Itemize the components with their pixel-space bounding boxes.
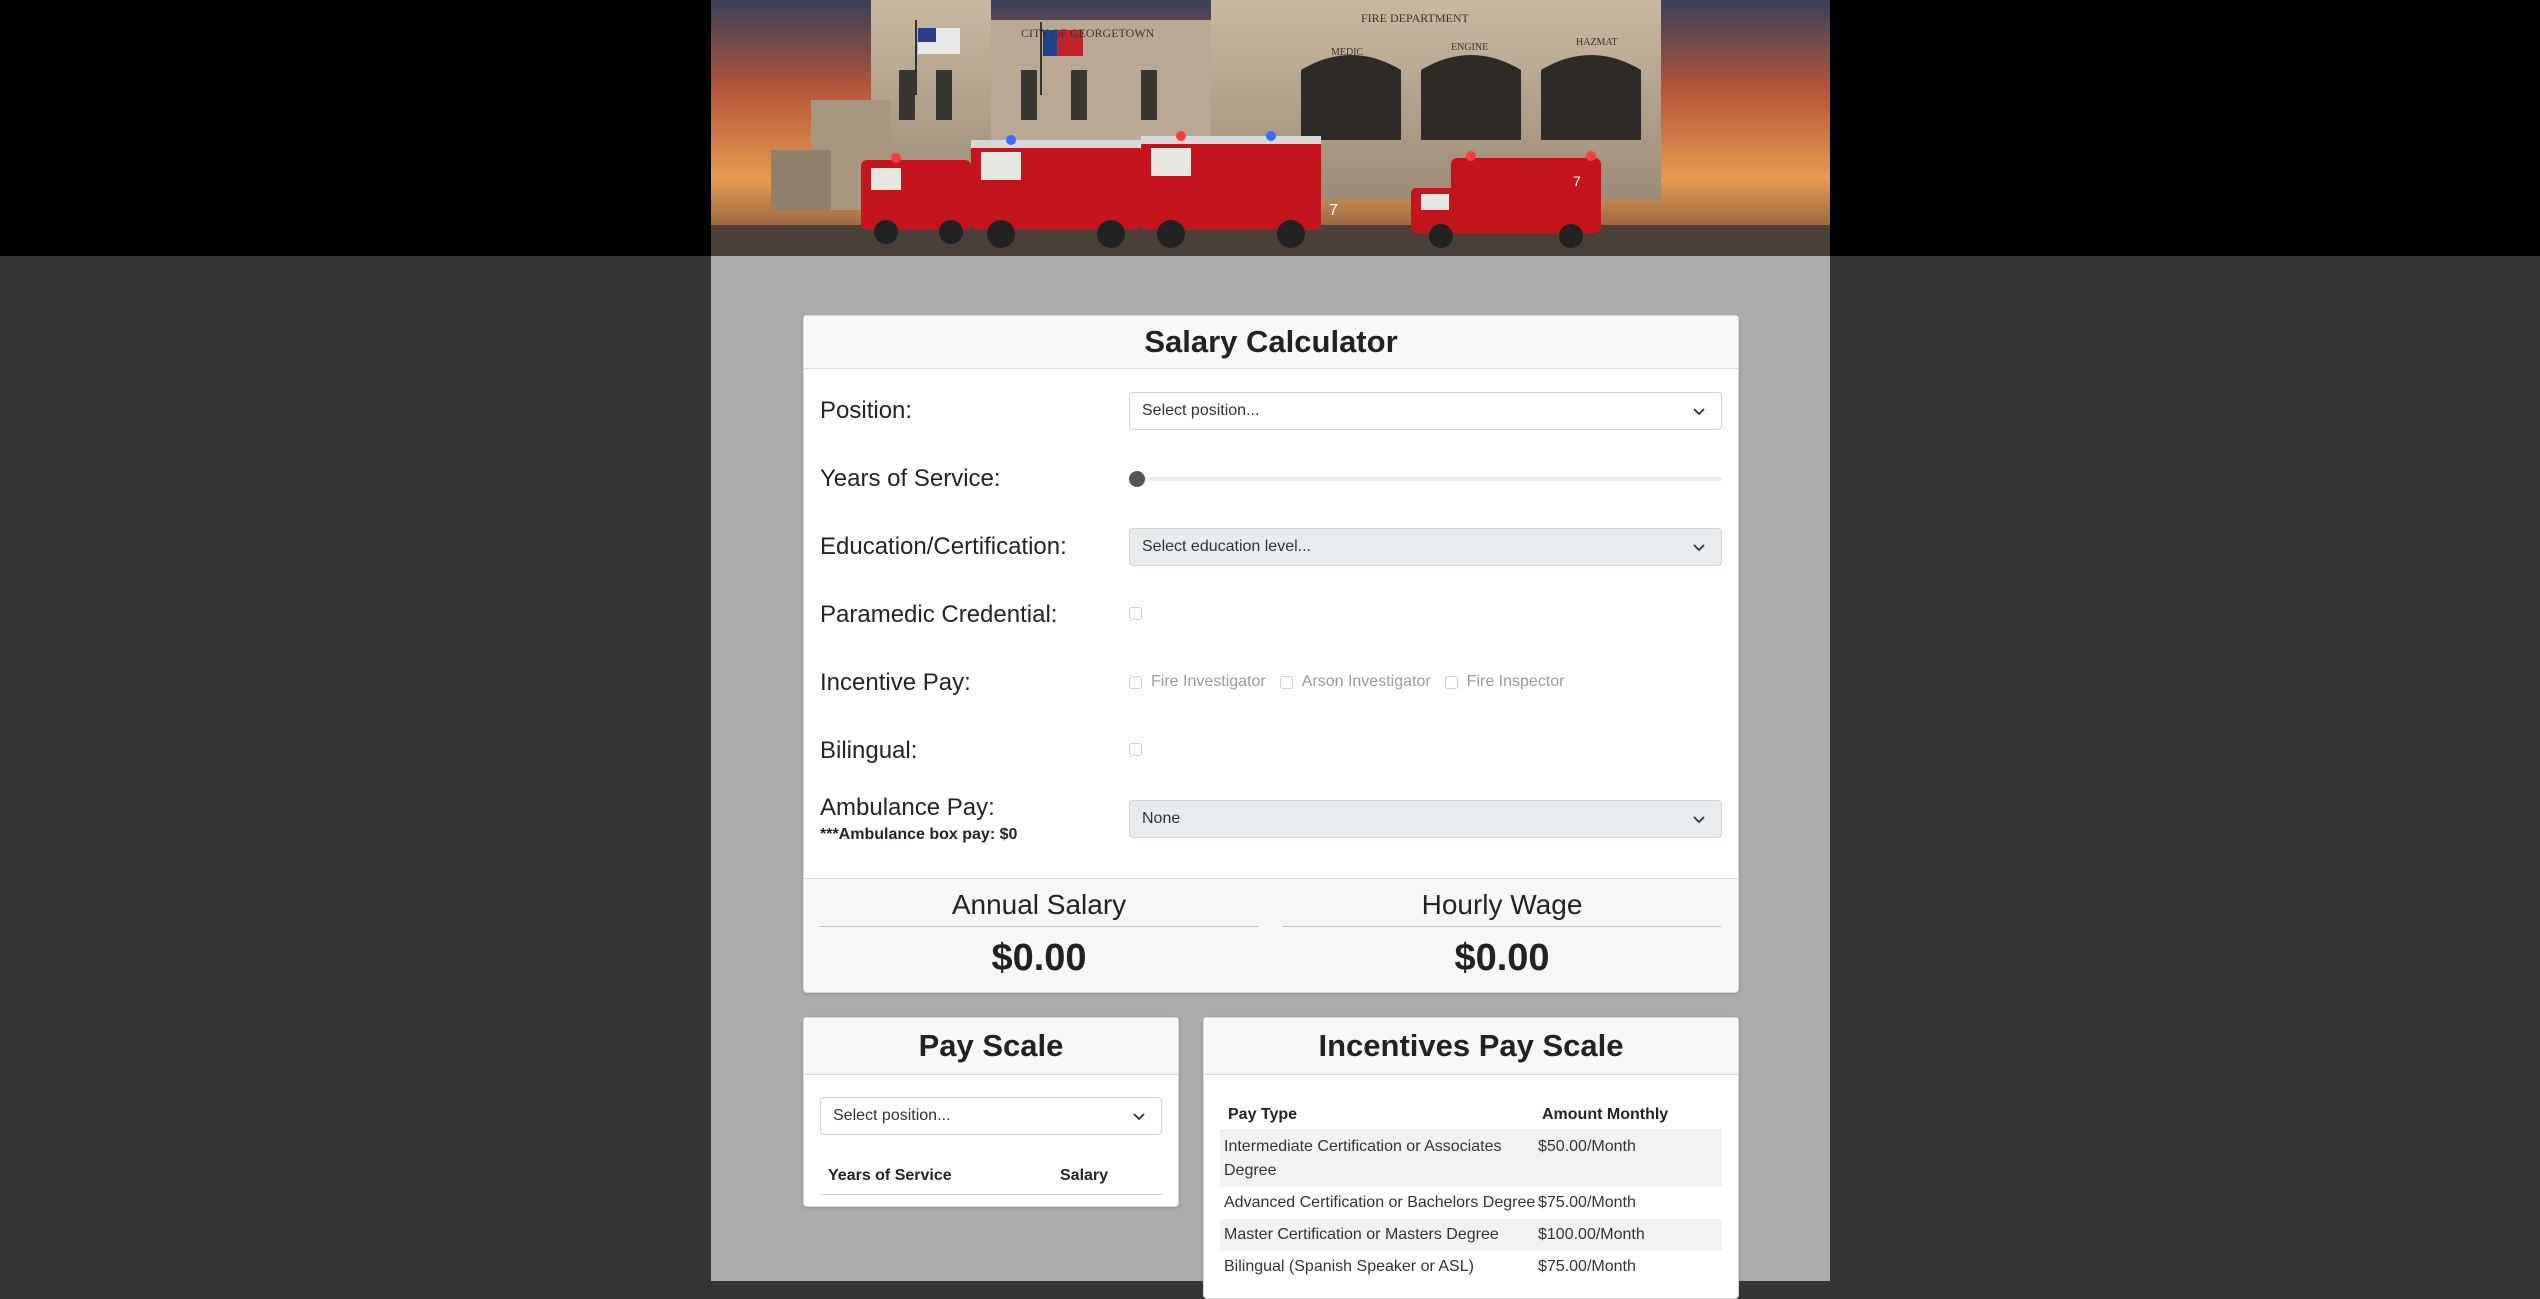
chevron-down-icon bbox=[1693, 544, 1705, 552]
fire-investigator-checkbox[interactable] bbox=[1129, 675, 1142, 689]
arson-investigator-label: Arson Investigator bbox=[1301, 673, 1431, 690]
incentives-title: Incentives Pay Scale bbox=[1204, 1018, 1738, 1075]
pay-scale-table-header: Years of Service Salary bbox=[820, 1158, 1162, 1195]
chevron-down-icon bbox=[1133, 1113, 1145, 1121]
col-salary: Salary bbox=[1060, 1167, 1109, 1184]
table-row: Intermediate Certification or Associates… bbox=[1220, 1131, 1722, 1187]
education-select[interactable]: Select education level... bbox=[1129, 528, 1722, 566]
incentives-table: Pay Type Amount Monthly Intermediate Cer… bbox=[1220, 1100, 1722, 1283]
hourly-divider bbox=[1283, 926, 1721, 927]
pay-type-cell: Bilingual (Spanish Speaker or ASL) bbox=[1224, 1258, 1474, 1275]
building-sign-left: CITY OF GEORGETOWN bbox=[1021, 26, 1155, 40]
col-years-of-service: Years of Service bbox=[828, 1167, 952, 1184]
years-label: Years of Service: bbox=[820, 465, 1001, 492]
bilingual-label: Bilingual: bbox=[820, 737, 918, 764]
ambulance-select-value: None bbox=[1142, 810, 1181, 827]
ambulance-label: Ambulance Pay: bbox=[820, 794, 995, 821]
annual-divider bbox=[820, 926, 1258, 927]
bilingual-checkbox[interactable] bbox=[1129, 743, 1142, 756]
pay-scale-card: Pay Scale Select position... Years of Se… bbox=[803, 1017, 1179, 1207]
pay-type-cell: Intermediate Certification or Associates… bbox=[1224, 1138, 1502, 1179]
amount-cell: $50.00/Month bbox=[1538, 1138, 1636, 1155]
hero-image: CITY OF GEORGETOWN FIRE DEPARTMENT MEDIC… bbox=[711, 0, 1830, 256]
paramedic-checkbox[interactable] bbox=[1129, 607, 1142, 620]
calculator-title: Salary Calculator bbox=[804, 316, 1738, 369]
incentive-label: Incentive Pay: bbox=[820, 669, 971, 696]
hourly-wage-value: $0.00 bbox=[1454, 937, 1550, 979]
ambulance-note: ***Ambulance box pay: $0 bbox=[820, 826, 1018, 843]
bilingual-row: Bilingual: bbox=[820, 731, 1722, 771]
truck-number-3: 7 bbox=[1573, 173, 1581, 189]
incentives-pay-scale-card: Incentives Pay Scale Pay Type Amount Mon… bbox=[1203, 1017, 1739, 1299]
pay-scale-select-value: Select position... bbox=[833, 1107, 951, 1124]
col-pay-type: Pay Type bbox=[1228, 1106, 1298, 1123]
slider-thumb[interactable] bbox=[1129, 471, 1145, 487]
results-section: Annual Salary $0.00 Hourly Wage $0.00 bbox=[804, 878, 1738, 992]
table-row: Master Certification or Masters Degree $… bbox=[1220, 1219, 1722, 1251]
fire-investigator-label: Fire Investigator bbox=[1151, 673, 1266, 690]
fire-station-illustration: CITY OF GEORGETOWN FIRE DEPARTMENT MEDIC… bbox=[711, 0, 1830, 256]
bay-label-1: MEDIC bbox=[1331, 47, 1364, 58]
ambulance-label-block: Ambulance Pay: ***Ambulance box pay: $0 bbox=[820, 794, 1017, 844]
pay-scale-position-select[interactable]: Select position... bbox=[820, 1097, 1162, 1135]
salary-calculator-card: Salary Calculator Position: Select posit… bbox=[803, 315, 1739, 993]
ambulance-select[interactable]: None bbox=[1129, 800, 1722, 838]
table-row: Advanced Certification or Bachelors Degr… bbox=[1220, 1187, 1722, 1219]
bilingual-checkbox-wrap bbox=[1129, 743, 1142, 761]
annual-salary-title: Annual Salary bbox=[951, 889, 1127, 920]
amount-cell: $75.00/Month bbox=[1538, 1258, 1636, 1275]
fire-inspector-checkbox[interactable] bbox=[1444, 675, 1458, 689]
position-label: Position: bbox=[820, 397, 913, 424]
fire-inspector-label: Fire Inspector bbox=[1466, 673, 1565, 690]
arson-investigator-checkbox[interactable] bbox=[1279, 675, 1293, 689]
main-column: CITY OF GEORGETOWN FIRE DEPARTMENT MEDIC… bbox=[711, 0, 1830, 1299]
truck-number-2: 7 bbox=[1329, 202, 1338, 219]
chevron-down-icon bbox=[1693, 816, 1705, 824]
pay-type-cell: Advanced Certification or Bachelors Degr… bbox=[1224, 1194, 1536, 1211]
paramedic-row: Paramedic Credential: bbox=[820, 595, 1722, 635]
col-amount-monthly: Amount Monthly bbox=[1542, 1106, 1669, 1123]
paramedic-label: Paramedic Credential: bbox=[820, 601, 1058, 628]
annual-salary-value: $0.00 bbox=[991, 937, 1087, 979]
slider-track bbox=[1129, 477, 1722, 481]
education-label: Education/Certification: bbox=[820, 533, 1067, 560]
bay-label-2: ENGINE bbox=[1451, 42, 1488, 53]
position-select-value: Select position... bbox=[1142, 402, 1260, 419]
table-row: Bilingual (Spanish Speaker or ASL) $75.0… bbox=[1220, 1251, 1722, 1283]
incentive-options: Fire Investigator Arson Investigator Fir… bbox=[1129, 673, 1578, 691]
bay-label-3: HAZMAT bbox=[1576, 37, 1618, 48]
hourly-wage-title: Hourly Wage bbox=[1421, 889, 1583, 920]
pay-type-cell: Master Certification or Masters Degree bbox=[1224, 1226, 1499, 1243]
amount-cell: $100.00/Month bbox=[1538, 1226, 1645, 1243]
incentives-header-row: Pay Type Amount Monthly bbox=[1220, 1100, 1722, 1131]
pay-scale-title: Pay Scale bbox=[804, 1018, 1178, 1075]
amount-cell: $75.00/Month bbox=[1538, 1194, 1636, 1211]
chevron-down-icon bbox=[1693, 408, 1705, 416]
paramedic-checkbox-wrap bbox=[1129, 607, 1142, 625]
years-slider[interactable] bbox=[1129, 471, 1722, 487]
position-select[interactable]: Select position... bbox=[1129, 392, 1722, 430]
building-sign-right: FIRE DEPARTMENT bbox=[1361, 11, 1470, 25]
education-select-value: Select education level... bbox=[1142, 538, 1311, 555]
